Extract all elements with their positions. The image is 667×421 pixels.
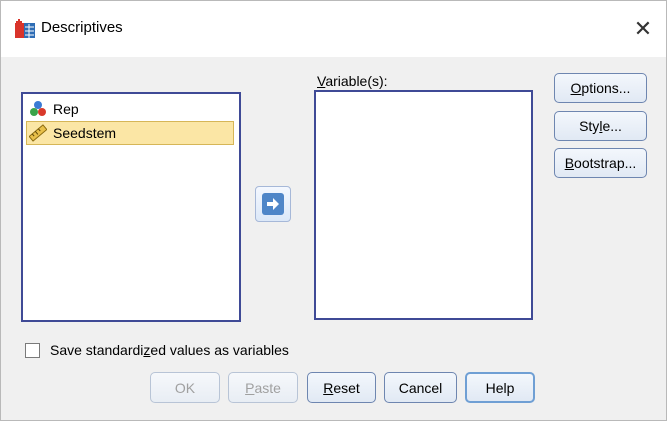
arrow-right-icon <box>267 198 279 210</box>
list-item-label: Seedstem <box>53 125 117 141</box>
close-icon: ✕ <box>633 16 653 41</box>
spss-app-icon <box>15 19 35 38</box>
paste-button[interactable]: Paste <box>228 372 298 403</box>
descriptives-dialog: Descriptives ✕ Rep Seedstem Variable(s):… <box>0 0 667 421</box>
list-item-seedstem[interactable]: Seedstem <box>26 121 234 145</box>
close-button[interactable]: ✕ <box>620 11 666 47</box>
options-button[interactable]: Options... <box>554 73 647 103</box>
save-standardized-row[interactable]: Save standardized values as variables <box>25 342 289 358</box>
title-bar: Descriptives ✕ <box>1 1 666 57</box>
target-variable-list[interactable] <box>314 90 533 320</box>
style-button[interactable]: Sty l e... <box>554 111 647 141</box>
bootstrap-button[interactable]: Bootstrap... <box>554 148 647 178</box>
list-item-label: Rep <box>53 101 79 117</box>
list-item-rep[interactable]: Rep <box>27 98 237 120</box>
window-title: Descriptives <box>41 19 123 36</box>
help-button[interactable]: Help <box>465 372 535 403</box>
source-variable-list[interactable]: Rep Seedstem <box>21 92 241 322</box>
save-standardized-label: Save standardized values as variables <box>50 342 289 358</box>
ok-button[interactable]: OK <box>150 372 220 403</box>
nominal-variable-icon <box>30 101 46 116</box>
reset-button[interactable]: Reset <box>307 372 376 403</box>
cancel-button[interactable]: Cancel <box>384 372 457 403</box>
variables-list-label: Variable(s): <box>317 73 388 89</box>
scale-variable-icon <box>29 124 47 142</box>
move-to-variables-button[interactable] <box>255 186 291 222</box>
save-standardized-checkbox[interactable] <box>25 342 40 358</box>
